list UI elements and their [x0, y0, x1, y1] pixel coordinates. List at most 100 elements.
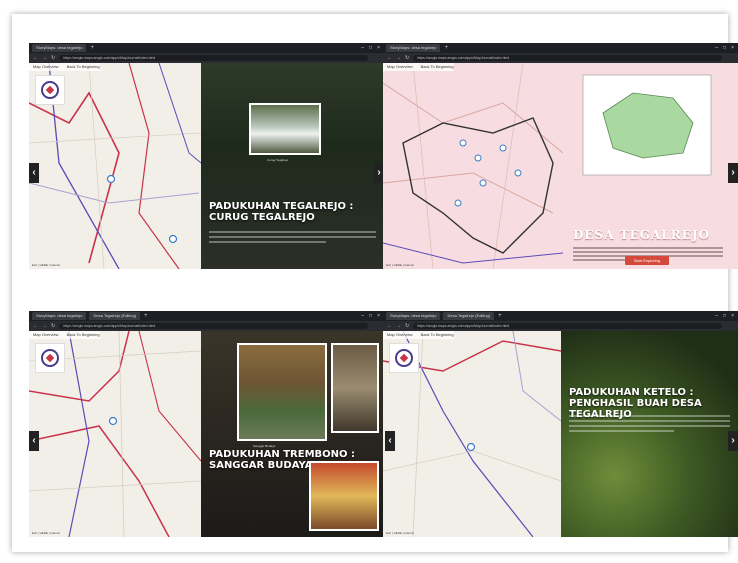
browser-tab[interactable]: Desa Tegalrejo (Editing) [89, 312, 141, 320]
story-panel: DESA TEGALREJO Start Exploring [383, 63, 738, 269]
forward-icon[interactable]: → [396, 55, 401, 61]
map-overview-link[interactable]: Map Overview [387, 331, 413, 339]
story-panel: Curug Tegalrejo PADUKUHAN TEGALREJO : CU… [201, 63, 384, 269]
screenshot-curug-tegalrejo: StoryMaps: desa tegalrejo + – □ × ← → ↻ ht… [29, 43, 384, 269]
map-attribution: Esri | HERE | Garmin [32, 263, 61, 267]
minimize-icon[interactable]: – [361, 45, 364, 51]
screenshot-sanggar-budaya: StoryMaps: desa tegalrejo Desa Tegalrejo… [29, 311, 384, 537]
story-panel: Sanggar Budaya PADUKUHAN TREMBONO : SANG… [201, 331, 384, 537]
maximize-icon[interactable]: □ [723, 45, 726, 51]
back-icon[interactable]: ← [33, 55, 38, 61]
map-overview-link[interactable]: Map Overview [33, 331, 59, 339]
story-body [209, 231, 376, 255]
browser-tabbar: StoryMaps: desa tegalrejo + – □ × [29, 43, 384, 53]
screenshot-padukuhan-ketelo: StoryMaps: desa tegalrejo Desa Tegalrejo… [383, 311, 738, 537]
browser-urlbar: ← → ↻ https://arcgis.maps.arcgis.com/app… [29, 53, 384, 63]
map-overview-link[interactable]: Map Overview [33, 63, 59, 71]
window-controls[interactable]: – □ × [715, 45, 738, 51]
reload-icon[interactable]: ↻ [51, 55, 55, 61]
window-controls[interactable]: – □ × [361, 45, 384, 51]
screenshot-desa-tegalrejo: StoryMaps: desa tegalrejo + – □ × ← → ↻ ht… [383, 43, 738, 269]
forward-icon[interactable]: → [42, 55, 47, 61]
photo-caption: Sanggar Budaya [253, 444, 276, 448]
map-pin-icon[interactable] [459, 139, 467, 147]
close-icon[interactable]: × [731, 45, 734, 51]
minimize-icon[interactable]: – [715, 313, 718, 319]
maximize-icon[interactable]: □ [369, 45, 372, 51]
browser-tab[interactable]: Desa Tegalrejo (Editing) [443, 312, 495, 320]
browser-tabbar: StoryMaps: desa tegalrejo Desa Tegalrejo… [29, 311, 384, 321]
window-controls[interactable]: – □ × [361, 313, 384, 319]
storymap-logo-icon [35, 75, 65, 105]
story-title: DESA TEGALREJO [573, 228, 711, 242]
new-tab-icon[interactable]: + [498, 313, 502, 319]
browser-tabbar: StoryMaps: desa tegalrejo + – □ × [383, 43, 738, 53]
close-icon[interactable]: × [377, 313, 380, 319]
chevron-right-icon[interactable]: › [728, 431, 738, 451]
window-controls[interactable]: – □ × [715, 313, 738, 319]
gallery-photo [331, 343, 379, 433]
map-attribution: Esri | HERE | Garmin [386, 531, 415, 535]
story-body [569, 415, 730, 439]
story-panel: PADUKUHAN KETELO : PENGHASIL BUAH DESA T… [561, 331, 738, 537]
address-field[interactable]: https://arcgis.maps.arcgis.com/apps/MapJ… [59, 323, 368, 329]
forward-icon[interactable]: → [42, 323, 47, 329]
address-field[interactable]: https://arcgis.maps.arcgis.com/apps/MapJ… [413, 55, 722, 61]
map-pin-icon[interactable] [474, 154, 482, 162]
back-icon[interactable]: ← [33, 323, 38, 329]
chevron-left-icon[interactable]: ‹ [385, 431, 395, 451]
new-tab-icon[interactable]: + [90, 45, 94, 51]
pavilion-photo [309, 461, 379, 531]
waterfall-photo [249, 103, 321, 155]
back-to-beginning-link[interactable]: Back To Beginning [67, 331, 100, 339]
back-to-beginning-link[interactable]: Back To Beginning [67, 63, 100, 71]
minimize-icon[interactable]: – [715, 45, 718, 51]
maximize-icon[interactable]: □ [723, 313, 726, 319]
map-pin-icon[interactable] [106, 174, 116, 184]
chevron-right-icon[interactable]: › [728, 163, 738, 183]
reload-icon[interactable]: ↻ [51, 323, 55, 329]
back-to-beginning-link[interactable]: Back To Beginning [421, 331, 454, 339]
browser-urlbar: ← → ↻ https://arcgis.maps.arcgis.com/app… [383, 321, 738, 331]
storymap-logo-icon [389, 343, 419, 373]
map-pin-icon[interactable] [499, 144, 507, 152]
browser-tabbar: StoryMaps: desa tegalrejo Desa Tegalrejo… [383, 311, 738, 321]
map-attribution: Esri | HERE | Garmin [386, 263, 415, 267]
chevron-left-icon[interactable]: ‹ [29, 163, 39, 183]
storymap-logo-icon [35, 343, 65, 373]
maximize-icon[interactable]: □ [369, 313, 372, 319]
start-exploring-button[interactable]: Start Exploring [625, 256, 669, 265]
browser-tab[interactable]: StoryMaps: desa tegalrejo [386, 44, 441, 52]
map-nav: Map Overview Back To Beginning [29, 63, 100, 71]
map-nav: Map Overview Back To Beginning [383, 331, 454, 339]
back-icon[interactable]: ← [387, 323, 392, 329]
address-field[interactable]: https://arcgis.maps.arcgis.com/apps/MapJ… [59, 55, 368, 61]
close-icon[interactable]: × [731, 313, 734, 319]
close-icon[interactable]: × [377, 45, 380, 51]
map-nav: Map Overview Back To Beginning [383, 63, 454, 71]
map-pin-icon[interactable] [454, 199, 462, 207]
minimize-icon[interactable]: – [361, 313, 364, 319]
map-pin-icon[interactable] [168, 234, 178, 244]
reload-icon[interactable]: ↻ [405, 323, 409, 329]
browser-tab[interactable]: StoryMaps: desa tegalrejo [32, 44, 87, 52]
map-pin-icon[interactable] [514, 169, 522, 177]
reload-icon[interactable]: ↻ [405, 55, 409, 61]
sanggar-photo [237, 343, 327, 441]
browser-urlbar: ← → ↻ https://arcgis.maps.arcgis.com/app… [383, 53, 738, 63]
photo-caption: Curug Tegalrejo [267, 158, 289, 162]
back-icon[interactable]: ← [387, 55, 392, 61]
back-to-beginning-link[interactable]: Back To Beginning [421, 63, 454, 71]
map-pin-icon[interactable] [479, 179, 487, 187]
map-overview-link[interactable]: Map Overview [387, 63, 413, 71]
new-tab-icon[interactable]: + [144, 313, 148, 319]
map-pin-icon[interactable] [108, 416, 118, 426]
new-tab-icon[interactable]: + [444, 45, 448, 51]
browser-tab[interactable]: StoryMaps: desa tegalrejo [32, 312, 87, 320]
map-pin-icon[interactable] [466, 442, 476, 452]
map-nav: Map Overview Back To Beginning [29, 331, 100, 339]
browser-tab[interactable]: StoryMaps: desa tegalrejo [386, 312, 441, 320]
address-field[interactable]: https://arcgis.maps.arcgis.com/apps/MapJ… [413, 323, 722, 329]
forward-icon[interactable]: → [396, 323, 401, 329]
chevron-left-icon[interactable]: ‹ [29, 431, 39, 451]
